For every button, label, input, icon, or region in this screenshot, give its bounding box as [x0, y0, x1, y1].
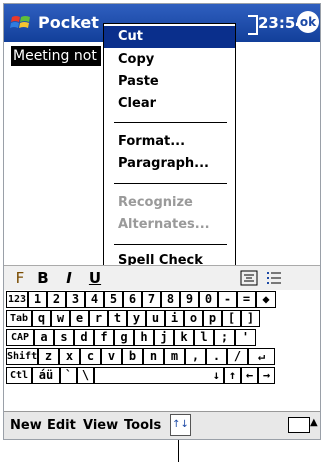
- format-toolbar: F B I U: [4, 265, 320, 290]
- key[interactable]: 123: [6, 291, 28, 308]
- key[interactable]: Ctl: [6, 367, 32, 384]
- key[interactable]: Shift: [6, 348, 38, 365]
- key[interactable]: t: [108, 310, 127, 327]
- key[interactable]: l: [194, 329, 214, 346]
- key[interactable]: 1: [28, 291, 47, 308]
- key[interactable]: c: [80, 348, 101, 365]
- key[interactable]: -: [218, 291, 237, 308]
- key[interactable]: e: [70, 310, 89, 327]
- menu-item-clear[interactable]: Clear: [104, 93, 235, 115]
- menu-bar: New Edit View Tools ↑↓ ▲: [4, 411, 320, 439]
- menu-new[interactable]: New: [10, 418, 42, 433]
- menu-edit[interactable]: Edit: [47, 418, 76, 433]
- callout-line: [178, 440, 179, 462]
- key[interactable]: [: [222, 310, 241, 327]
- menu-separator: [114, 122, 227, 123]
- key[interactable]: 7: [142, 291, 161, 308]
- key[interactable]: →: [258, 367, 275, 384]
- menu-item-format[interactable]: Format...: [104, 131, 235, 153]
- key[interactable]: ↵: [248, 348, 275, 365]
- underline-button[interactable]: U: [86, 268, 104, 288]
- keyboard-row: 123 1 2 3 4 5 6 7 8 9 0- = ◆: [6, 291, 320, 309]
- key[interactable]: b: [122, 348, 143, 365]
- key[interactable]: ↑: [224, 367, 241, 384]
- keyboard-row: CAP a s d f g h j k l; ': [6, 329, 320, 347]
- key[interactable]: ↓: [94, 367, 224, 384]
- key[interactable]: z: [38, 348, 59, 365]
- key[interactable]: k: [174, 329, 194, 346]
- menu-item-copy[interactable]: Copy: [104, 49, 235, 71]
- input-method-toggle-icon[interactable]: ↑↓: [170, 414, 191, 436]
- key[interactable]: 5: [104, 291, 123, 308]
- menu-separator: [114, 244, 227, 245]
- key[interactable]: 9: [180, 291, 199, 308]
- menu-item-alternates: Alternates...: [118, 217, 210, 232]
- align-center-icon[interactable]: [239, 268, 259, 288]
- bold-button[interactable]: B: [34, 268, 52, 288]
- key[interactable]: h: [134, 329, 154, 346]
- menu-item-paste[interactable]: Paste: [104, 71, 235, 93]
- key[interactable]: 8: [161, 291, 180, 308]
- key[interactable]: d: [74, 329, 94, 346]
- chevron-up-icon[interactable]: ▲: [310, 417, 318, 428]
- bullet-list-icon[interactable]: [264, 268, 284, 288]
- context-menu: Cut Copy Paste Clear Format... Paragraph…: [103, 23, 236, 274]
- key[interactable]: y: [127, 310, 146, 327]
- volume-icon[interactable]: [248, 15, 258, 35]
- key[interactable]: g: [114, 329, 134, 346]
- document-text-line[interactable]: Meeting not: [11, 46, 101, 66]
- key[interactable]: .: [206, 348, 227, 365]
- key[interactable]: ;: [214, 329, 235, 346]
- font-button[interactable]: F: [11, 268, 29, 288]
- key[interactable]: w: [51, 310, 70, 327]
- key[interactable]: o: [184, 310, 203, 327]
- key[interactable]: 6: [123, 291, 142, 308]
- key[interactable]: CAP: [6, 329, 34, 346]
- key[interactable]: u: [146, 310, 165, 327]
- keyboard-row: Ctl áü ` \ ↓ ↑ ← →: [6, 367, 320, 385]
- key[interactable]: r: [89, 310, 108, 327]
- menu-item-paragraph[interactable]: Paragraph...: [104, 153, 235, 175]
- keyboard-row: Tab q w e r t y u i o p[]: [6, 310, 320, 328]
- key[interactable]: 2: [47, 291, 66, 308]
- key[interactable]: j: [154, 329, 174, 346]
- menu-separator: [114, 183, 227, 184]
- key[interactable]: v: [101, 348, 122, 365]
- key[interactable]: ]: [241, 310, 260, 327]
- key[interactable]: f: [94, 329, 114, 346]
- ok-button[interactable]: ok: [297, 11, 319, 33]
- key[interactable]: ': [235, 329, 256, 346]
- key[interactable]: p: [203, 310, 222, 327]
- key[interactable]: i: [165, 310, 184, 327]
- key[interactable]: 3: [66, 291, 85, 308]
- key[interactable]: \: [77, 367, 94, 384]
- key[interactable]: ,: [185, 348, 206, 365]
- menu-item-cut[interactable]: Cut: [104, 26, 235, 48]
- key[interactable]: /: [227, 348, 248, 365]
- italic-button[interactable]: I: [60, 268, 78, 288]
- key[interactable]: ◆: [256, 291, 276, 308]
- key[interactable]: ←: [241, 367, 258, 384]
- app-title: Pocket: [38, 13, 99, 32]
- key[interactable]: m: [164, 348, 185, 365]
- key[interactable]: 4: [85, 291, 104, 308]
- key[interactable]: áü: [32, 367, 60, 384]
- key[interactable]: s: [54, 329, 74, 346]
- keyboard-row: Shift z x c v b n m,. / ↵: [6, 348, 320, 366]
- key[interactable]: q: [32, 310, 51, 327]
- menu-tools[interactable]: Tools: [124, 418, 161, 433]
- pocket-pc-screen: Pocket 23:54 ok Meeting not Cut Copy Pas…: [3, 3, 321, 440]
- menu-item-recognize: Recognize: [118, 195, 193, 210]
- key[interactable]: x: [59, 348, 80, 365]
- keyboard-icon[interactable]: [288, 417, 310, 433]
- key[interactable]: =: [237, 291, 256, 308]
- key[interactable]: a: [34, 329, 54, 346]
- key[interactable]: n: [143, 348, 164, 365]
- key[interactable]: Tab: [6, 310, 32, 327]
- key[interactable]: 0: [199, 291, 218, 308]
- windows-start-icon[interactable]: [10, 12, 32, 34]
- menu-view[interactable]: View: [83, 418, 118, 433]
- key[interactable]: `: [60, 367, 77, 384]
